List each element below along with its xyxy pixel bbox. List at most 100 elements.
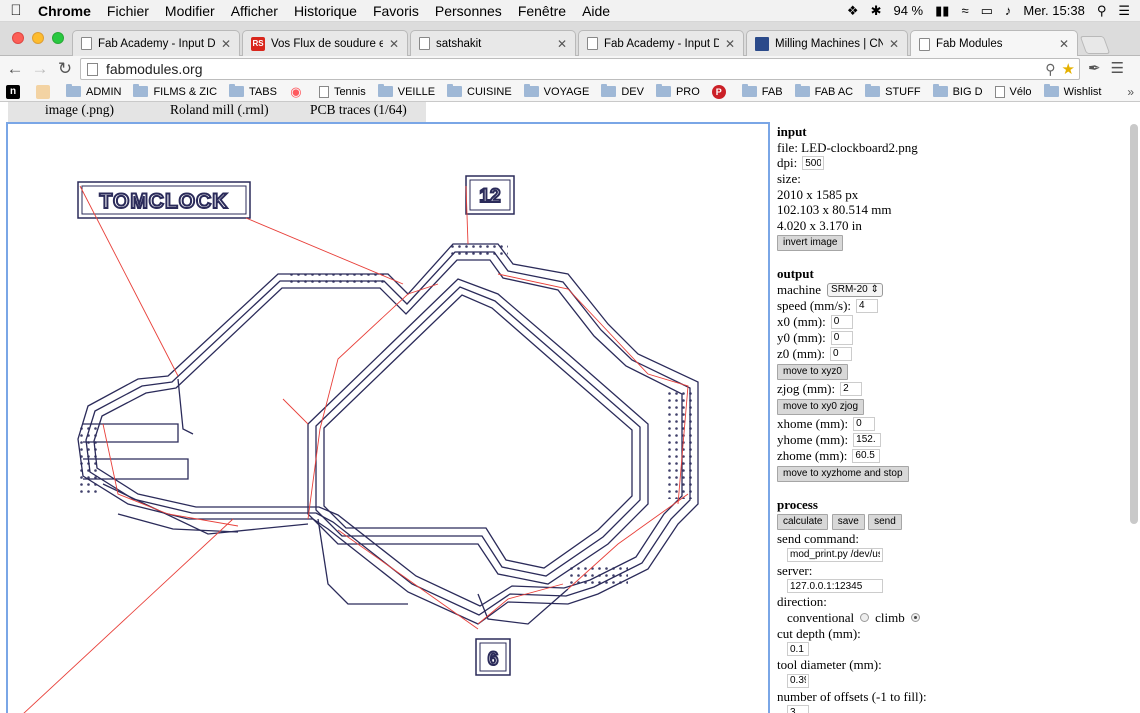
z0-input[interactable] (830, 346, 853, 361)
apple-icon[interactable]:  (0, 2, 32, 19)
bookmark-tabs[interactable]: TABS (223, 84, 283, 98)
menu-favoris[interactable]: Favoris (365, 3, 427, 19)
menu-app-chrome[interactable]: Chrome (32, 3, 99, 19)
send-command-input[interactable] (787, 547, 883, 562)
tab-fab-academy-1[interactable]: Fab Academy - Input Devi ✕ (72, 30, 240, 56)
move-to-xy0-zjog-button[interactable]: move to xy0 zjog (777, 398, 865, 415)
move-to-xyzhome-button[interactable]: move to xyzhome and stop (777, 465, 909, 482)
menu-aide[interactable]: Aide (574, 3, 618, 19)
size-in: 4.020 x 3.170 in (777, 217, 862, 233)
input-file: file: LED-clockboard2.png (777, 139, 918, 155)
fullscreen-window-icon[interactable] (52, 32, 64, 44)
zhome-input[interactable] (852, 448, 881, 463)
save-button[interactable]: save (831, 514, 865, 530)
toolpath-canvas[interactable]: TOMCLOCK 12 6 (6, 122, 770, 713)
calculate-button[interactable]: calculate (777, 514, 829, 530)
cut-depth-input[interactable] (787, 642, 809, 656)
folder-icon (1043, 84, 1059, 97)
menu-personnes[interactable]: Personnes (427, 3, 510, 19)
dropbox-icon[interactable]: ❖ (847, 3, 859, 19)
offsets-input[interactable] (787, 705, 809, 713)
airplay-icon[interactable]: ▭ (981, 3, 993, 19)
bookmark-airbnb[interactable]: ◉ (283, 84, 313, 99)
menu-afficher[interactable]: Afficher (223, 3, 286, 19)
workflow-output-format[interactable]: Roland mill (.rml) (170, 102, 269, 118)
page-scrollbar[interactable] (1130, 124, 1138, 524)
workflow-process[interactable]: PCB traces (1/64) (310, 102, 407, 118)
address-url[interactable]: fabmodules.org (106, 61, 1045, 77)
bookmark-pro[interactable]: PRO (650, 84, 706, 98)
bookmark-n[interactable]: n (0, 84, 30, 99)
tab-fab-academy-2[interactable]: Fab Academy - Input Devi ✕ (578, 30, 744, 56)
bookmark-tennis[interactable]: Tennis (313, 85, 372, 98)
bookmarks-overflow[interactable]: » (1121, 85, 1140, 99)
battery-icon[interactable]: ▮▮ (935, 3, 949, 19)
tab-satshakit[interactable]: satshakit ✕ (410, 30, 576, 56)
close-tab-icon[interactable]: ✕ (557, 37, 567, 51)
menu-historique[interactable]: Historique (286, 3, 365, 19)
tool-diameter-input[interactable] (787, 673, 809, 688)
close-tab-icon[interactable]: ✕ (389, 37, 399, 51)
extension-pen-icon[interactable]: ✒ (1088, 59, 1101, 77)
menu-fichier[interactable]: Fichier (99, 3, 157, 19)
send-button[interactable]: send (868, 514, 902, 530)
bookmark-image[interactable] (30, 84, 60, 99)
close-tab-icon[interactable]: ✕ (725, 37, 735, 51)
speed-input[interactable] (856, 298, 879, 313)
server-input[interactable] (787, 579, 883, 593)
close-tab-icon[interactable]: ✕ (889, 37, 899, 51)
bookmark-admin[interactable]: ADMIN (60, 84, 127, 98)
y0-input[interactable] (830, 330, 853, 345)
fab-modules-page: image (.png) Roland mill (.rml) PCB trac… (0, 102, 1140, 713)
dpi-input[interactable] (802, 156, 825, 170)
conventional-radio[interactable] (860, 613, 870, 622)
bookmark-voyage[interactable]: VOYAGE (518, 84, 596, 98)
wifi-icon[interactable]: ≈ (961, 3, 968, 18)
bookmark-big-d[interactable]: BIG D (927, 84, 989, 98)
bookmark-stuff[interactable]: STUFF (859, 84, 926, 98)
xhome-input[interactable] (853, 416, 876, 431)
bookmark-dev[interactable]: DEV (595, 84, 650, 98)
bookmark-star-icon[interactable]: ★ (1062, 60, 1075, 78)
close-tab-icon[interactable]: ✕ (221, 37, 231, 51)
tab-rs-flux-soudure[interactable]: RS Vos Flux de soudure et ac ✕ (242, 30, 408, 56)
yhome-input[interactable] (853, 432, 882, 447)
bookmark-films-zic[interactable]: FILMS & ZIC (127, 84, 223, 98)
new-tab-button[interactable] (1079, 36, 1111, 54)
invert-image-button[interactable]: invert image (777, 235, 844, 251)
close-window-icon[interactable] (12, 32, 24, 44)
climb-radio[interactable] (910, 613, 920, 622)
bookmark-cuisine[interactable]: CUISINE (441, 84, 518, 98)
chrome-menu-icon[interactable]: ☰ (1111, 59, 1124, 77)
workflow-input-format[interactable]: image (.png) (45, 102, 114, 118)
minimize-window-icon[interactable] (32, 32, 44, 44)
output-heading: output (777, 266, 814, 281)
menu-fenetre[interactable]: Fenêtre (510, 3, 574, 19)
tab-milling-machines[interactable]: Milling Machines | CNC M ✕ (746, 30, 908, 56)
close-tab-icon[interactable]: ✕ (1059, 37, 1069, 51)
reload-icon[interactable]: ↻ (52, 59, 78, 79)
bookmark-fab-ac[interactable]: FAB AC (789, 84, 860, 98)
volume-icon[interactable]: ♪ (1005, 3, 1012, 18)
address-bar[interactable]: fabmodules.org ⚲ ★ (80, 58, 1080, 80)
bookmark-wishlist[interactable]: Wishlist (1038, 84, 1108, 98)
bookmark-pinterest[interactable]: P (706, 84, 736, 99)
spotlight-search-icon[interactable]: ⚲ (1097, 3, 1107, 19)
forward-arrow-icon[interactable]: → (27, 59, 53, 79)
bookmark-veille[interactable]: VEILLE (372, 84, 441, 98)
workflow-strip: image (.png) Roland mill (.rml) PCB trac… (8, 102, 426, 122)
page-info-icon[interactable] (87, 62, 98, 76)
bluetooth-icon[interactable]: ✱ (871, 3, 882, 19)
zoom-icon[interactable]: ⚲ (1045, 61, 1055, 78)
zjog-input[interactable] (840, 381, 863, 396)
tab-fab-modules[interactable]: Fab Modules ✕ (910, 30, 1078, 57)
machine-select[interactable]: SRM-20 ⇕ (827, 282, 883, 297)
back-arrow-icon[interactable]: ← (2, 59, 28, 79)
bookmark-fab[interactable]: FAB (736, 84, 789, 98)
x0-input[interactable] (830, 314, 853, 329)
bookmark-velo[interactable]: Vélo (989, 85, 1038, 98)
clock[interactable]: Mer. 15:38 (1023, 3, 1084, 18)
notification-center-icon[interactable]: ☰ (1118, 3, 1130, 19)
move-to-xyz0-button[interactable]: move to xyz0 (777, 363, 848, 380)
menu-modifier[interactable]: Modifier (157, 3, 223, 19)
